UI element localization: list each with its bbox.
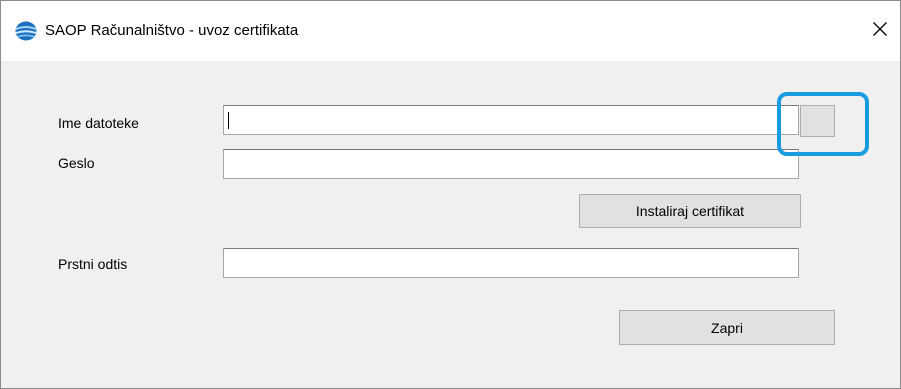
close-button[interactable]: Zapri: [619, 310, 835, 345]
certificate-import-window: SAOP Računalništvo - uvoz certifikata Im…: [0, 0, 901, 389]
filename-input[interactable]: [223, 105, 799, 135]
title-bar[interactable]: SAOP Računalništvo - uvoz certifikata: [1, 1, 900, 61]
text-caret: [228, 112, 229, 129]
browse-button[interactable]: [800, 105, 835, 137]
saop-logo-icon: [15, 21, 37, 41]
filename-label: Ime datoteke: [58, 115, 139, 131]
password-label: Geslo: [58, 155, 95, 171]
password-input[interactable]: [223, 149, 799, 179]
close-icon: [872, 21, 888, 42]
thumbprint-label: Prstni odtis: [58, 256, 128, 272]
window-title: SAOP Računalništvo - uvoz certifikata: [45, 22, 299, 39]
dialog-body: Ime datoteke Geslo Instaliraj certifikat…: [1, 61, 900, 388]
install-certificate-button[interactable]: Instaliraj certifikat: [579, 194, 801, 228]
close-window-button[interactable]: [861, 13, 899, 49]
thumbprint-input[interactable]: [223, 248, 799, 278]
